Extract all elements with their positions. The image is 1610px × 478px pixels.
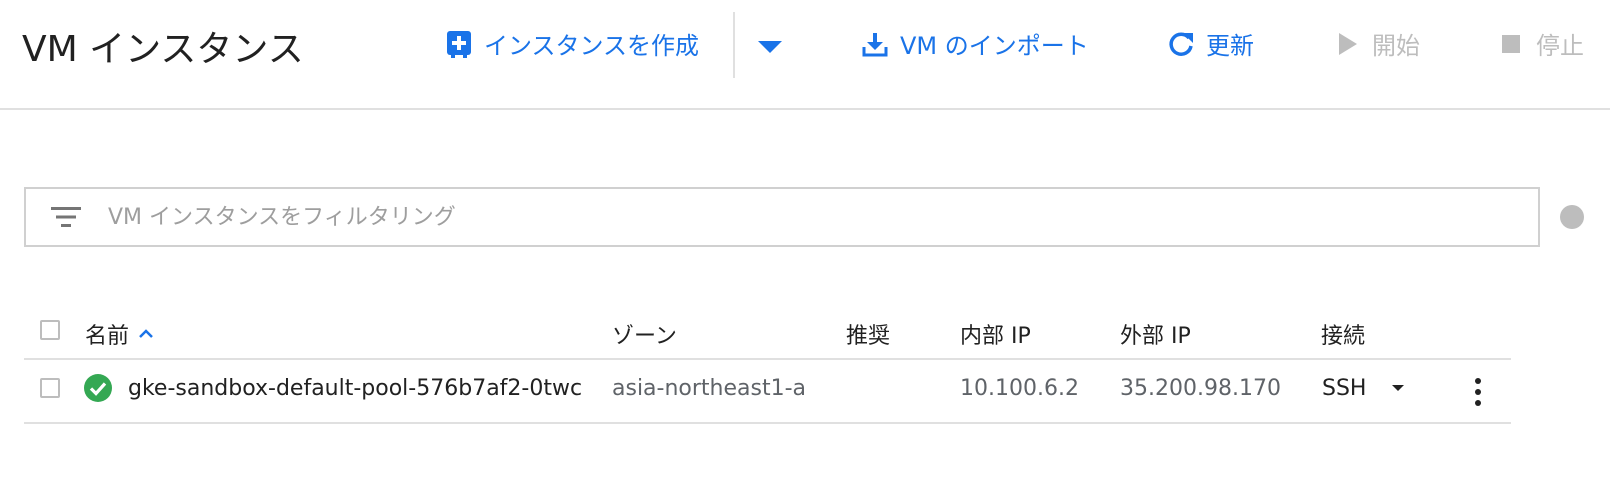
import-vm-button[interactable]: VM のインポート bbox=[860, 26, 1089, 61]
column-recommendation-header: 推奨 bbox=[846, 324, 891, 349]
table-row[interactable]: gke-sandbox-default-pool-576b7af2-0twc a… bbox=[24, 360, 1511, 424]
column-name-label: 名前 bbox=[85, 324, 130, 349]
toolbar-divider bbox=[733, 12, 735, 78]
create-instance-label: インスタンスを作成 bbox=[484, 32, 700, 60]
sort-asc-icon bbox=[139, 329, 153, 338]
more-vert-icon[interactable] bbox=[1468, 376, 1488, 408]
refresh-icon bbox=[1166, 29, 1196, 59]
filter-bar bbox=[24, 187, 1540, 247]
instance-name[interactable]: gke-sandbox-default-pool-576b7af2-0twc bbox=[128, 376, 582, 401]
start-label: 開始 bbox=[1372, 32, 1420, 60]
toolbar: VM インスタンス インスタンスを作成 VM のインポート 更新 開始 停止 bbox=[0, 0, 1610, 110]
select-all-checkbox[interactable] bbox=[40, 320, 60, 340]
instance-internal-ip: 10.100.6.2 bbox=[960, 376, 1079, 401]
ssh-button[interactable]: SSH bbox=[1322, 376, 1405, 401]
check-circle-icon bbox=[84, 374, 112, 402]
chevron-down-icon bbox=[758, 41, 782, 53]
import-vm-label: VM のインポート bbox=[900, 32, 1089, 60]
stop-icon bbox=[1496, 29, 1526, 59]
create-instance-button[interactable]: インスタンスを作成 bbox=[444, 26, 699, 61]
table-header: 名前 ゾーン 推奨 内部 IP 外部 IP 接続 bbox=[24, 300, 1511, 360]
vm-instances-table: 名前 ゾーン 推奨 内部 IP 外部 IP 接続 gke-sandbox-def… bbox=[24, 300, 1511, 424]
start-button[interactable]: 開始 bbox=[1332, 26, 1420, 61]
chevron-down-icon bbox=[1392, 384, 1405, 391]
add-box-icon bbox=[444, 29, 474, 59]
column-internal-ip-header: 内部 IP bbox=[960, 324, 1031, 349]
create-dropdown-button[interactable] bbox=[755, 38, 785, 58]
download-icon bbox=[860, 29, 890, 59]
page-title: VM インスタンス bbox=[22, 29, 304, 70]
play-icon bbox=[1332, 29, 1362, 59]
column-connect-header: 接続 bbox=[1321, 324, 1366, 349]
help-icon[interactable] bbox=[1560, 205, 1584, 229]
row-checkbox[interactable] bbox=[40, 378, 60, 398]
column-external-ip-header: 外部 IP bbox=[1120, 324, 1191, 349]
refresh-label: 更新 bbox=[1206, 32, 1254, 60]
stop-button[interactable]: 停止 bbox=[1496, 26, 1584, 61]
column-zone-header: ゾーン bbox=[612, 324, 677, 349]
column-name-header[interactable]: 名前 bbox=[85, 318, 153, 350]
refresh-button[interactable]: 更新 bbox=[1166, 26, 1254, 61]
stop-label: 停止 bbox=[1536, 32, 1584, 60]
instance-external-ip[interactable]: 35.200.98.170 bbox=[1120, 376, 1281, 401]
ssh-label: SSH bbox=[1322, 376, 1367, 401]
filter-icon bbox=[51, 207, 81, 227]
filter-input[interactable] bbox=[108, 199, 1508, 235]
instance-zone: asia-northeast1-a bbox=[612, 376, 807, 401]
